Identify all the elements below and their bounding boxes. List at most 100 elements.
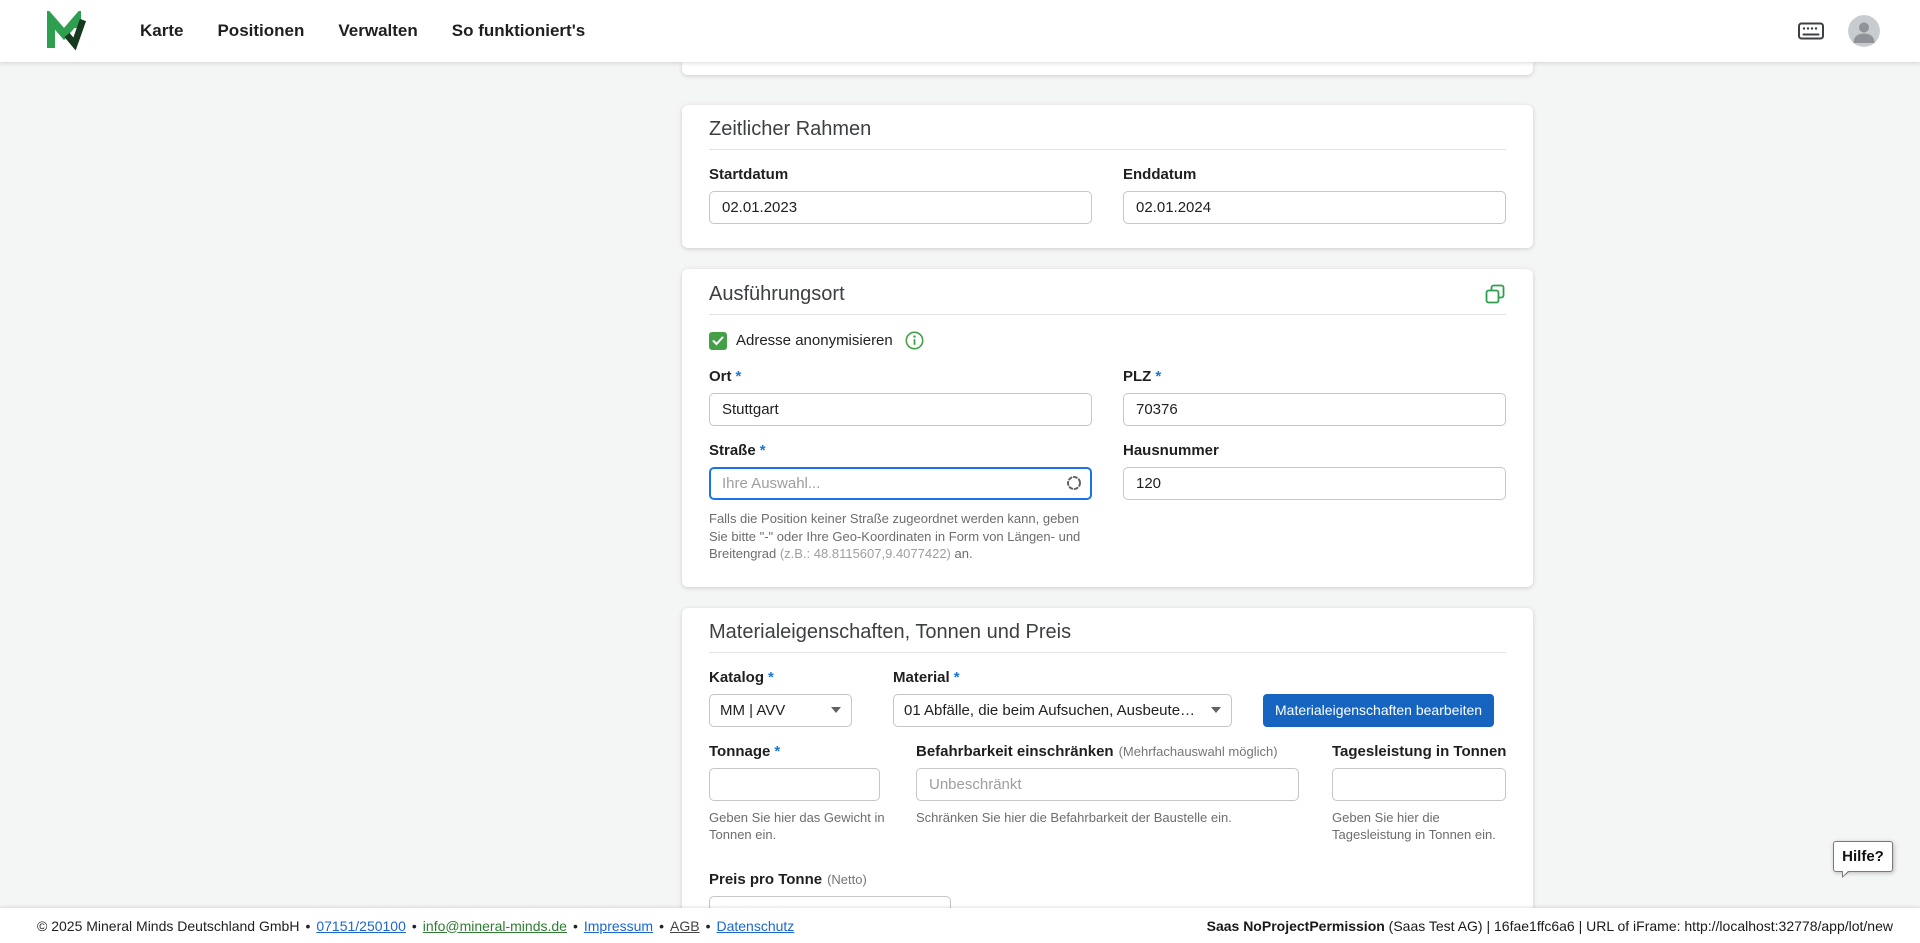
- strasse-field: Straße* Falls die Position keiner Straße…: [709, 442, 1092, 563]
- tonnage-field: Tonnage* Geben Sie hier das Gewicht in T…: [709, 743, 880, 843]
- footer-datenschutz-link[interactable]: Datenschutz: [716, 918, 794, 934]
- adresse-anonymisieren-label: Adresse anonymisieren: [736, 332, 893, 349]
- plz-label: PLZ*: [1123, 368, 1506, 386]
- nav-item-karte[interactable]: Karte: [140, 21, 183, 41]
- startdatum-field: Startdatum: [709, 166, 1092, 224]
- footer-copyright: © 2025 Mineral Minds Deutschland GmbH: [37, 918, 299, 934]
- card-title-ausfuehrungsort: Ausführungsort: [709, 284, 845, 305]
- plz-field: PLZ*: [1123, 368, 1506, 426]
- card-title-zeitlicher-rahmen: Zeitlicher Rahmen: [709, 119, 871, 140]
- strasse-label: Straße*: [709, 442, 1092, 460]
- footer-separator: •: [706, 918, 711, 934]
- loading-spinner-icon: [1066, 475, 1082, 491]
- keyboard-icon[interactable]: [1798, 21, 1824, 41]
- check-icon: [712, 336, 724, 346]
- chevron-down-icon: [1211, 707, 1221, 713]
- nav-item-so-funktionierts[interactable]: So funktioniert's: [452, 21, 585, 41]
- chevron-down-icon: [831, 707, 841, 713]
- hausnummer-label: Hausnummer: [1123, 442, 1506, 460]
- strasse-input[interactable]: [709, 467, 1092, 500]
- befahrbarkeit-label: Befahrbarkeit einschränken(Mehrfachauswa…: [916, 743, 1299, 761]
- nav-right-actions: [1798, 15, 1880, 47]
- previous-card-partial: [682, 62, 1533, 75]
- ort-label: Ort*: [709, 368, 1092, 386]
- tonnage-label: Tonnage*: [709, 743, 880, 761]
- strasse-hint-example: (z.B.: 48.8115607,9.4077422): [780, 546, 951, 561]
- nav-item-positionen[interactable]: Positionen: [217, 21, 304, 41]
- copy-icon[interactable]: [1484, 283, 1506, 305]
- top-navbar: Karte Positionen Verwalten So funktionie…: [0, 0, 1920, 62]
- tonnage-helper: Geben Sie hier das Gewicht in Tonnen ein…: [709, 809, 899, 843]
- materialeigenschaften-card: Materialeigenschaften, Tonnen und Preis …: [682, 608, 1533, 909]
- footer-separator: •: [412, 918, 417, 934]
- plz-input[interactable]: [1123, 393, 1506, 426]
- katalog-field: Katalog* MM | AVV: [709, 669, 852, 727]
- ort-input[interactable]: [709, 393, 1092, 426]
- required-marker: *: [774, 743, 780, 760]
- preis-field: Preis pro Tonne(Netto): [709, 871, 1506, 909]
- info-icon[interactable]: [905, 331, 924, 350]
- user-avatar[interactable]: [1848, 15, 1880, 47]
- footer-app-name: Saas NoProjectPermission: [1207, 918, 1385, 934]
- required-marker: *: [760, 442, 766, 459]
- tonnage-input[interactable]: [709, 768, 880, 801]
- footer-impressum-link[interactable]: Impressum: [584, 918, 653, 934]
- footer: © 2025 Mineral Minds Deutschland GmbH • …: [0, 908, 1920, 943]
- tagesleistung-helper: Geben Sie hier die Tagesleistung in Tonn…: [1332, 809, 1522, 843]
- tagesleistung-label: Tagesleistung in Tonnen: [1332, 743, 1506, 761]
- required-marker: *: [736, 368, 742, 385]
- required-marker: *: [768, 669, 774, 686]
- main-nav: Karte Positionen Verwalten So funktionie…: [140, 21, 585, 41]
- required-marker: *: [1155, 368, 1161, 385]
- footer-right: Saas NoProjectPermission (Saas Test AG) …: [1207, 918, 1893, 934]
- required-marker: *: [954, 669, 960, 686]
- adresse-anonymisieren-row: Adresse anonymisieren: [709, 331, 1506, 350]
- befahrbarkeit-input[interactable]: [916, 768, 1299, 801]
- katalog-label: Katalog*: [709, 669, 852, 687]
- footer-agb-link[interactable]: AGB: [670, 918, 700, 934]
- befahrbarkeit-field: Befahrbarkeit einschränken(Mehrfachauswa…: [916, 743, 1299, 826]
- startdatum-input[interactable]: [709, 191, 1092, 224]
- materialeigenschaften-bearbeiten-button[interactable]: Materialeigenschaften bearbeiten: [1263, 694, 1494, 727]
- footer-email-link[interactable]: info@mineral-minds.de: [423, 918, 567, 934]
- strasse-hint-suffix: an.: [951, 546, 973, 561]
- material-select[interactable]: 01 Abfälle, die beim Aufsuchen, Ausbeute…: [893, 694, 1232, 727]
- footer-app-info: (Saas Test AG) | 16fae1ffc6a6 | URL of i…: [1385, 918, 1893, 934]
- hausnummer-field: Hausnummer: [1123, 442, 1506, 500]
- nav-item-verwalten[interactable]: Verwalten: [338, 21, 417, 41]
- card-title-materialeigenschaften: Materialeigenschaften, Tonnen und Preis: [709, 622, 1071, 643]
- tagesleistung-field: Tagesleistung in Tonnen Geben Sie hier d…: [1332, 743, 1506, 843]
- footer-separator: •: [573, 918, 578, 934]
- strasse-hint: Falls die Position keiner Straße zugeord…: [709, 510, 1092, 563]
- katalog-select-value: MM | AVV: [720, 702, 823, 719]
- hilfe-button[interactable]: Hilfe?: [1833, 841, 1893, 872]
- preis-label: Preis pro Tonne(Netto): [709, 871, 1506, 889]
- adresse-anonymisieren-checkbox[interactable]: [709, 332, 727, 350]
- form-column: Zeitlicher Rahmen Startdatum Enddatum: [682, 62, 1533, 908]
- enddatum-field: Enddatum: [1123, 166, 1506, 224]
- material-select-value: 01 Abfälle, die beim Aufsuchen, Ausbeute…: [904, 702, 1203, 719]
- enddatum-input[interactable]: [1123, 191, 1506, 224]
- tagesleistung-input[interactable]: [1332, 768, 1506, 801]
- befahrbarkeit-label-note: (Mehrfachauswahl möglich): [1119, 744, 1278, 759]
- material-label: Material*: [893, 669, 1232, 687]
- hilfe-button-label: Hilfe?: [1842, 848, 1884, 865]
- hausnummer-input[interactable]: [1123, 467, 1506, 500]
- katalog-select[interactable]: MM | AVV: [709, 694, 852, 727]
- ort-field: Ort*: [709, 368, 1092, 426]
- footer-left: © 2025 Mineral Minds Deutschland GmbH • …: [37, 918, 794, 934]
- startdatum-label: Startdatum: [709, 166, 1092, 184]
- enddatum-label: Enddatum: [1123, 166, 1506, 184]
- mineral-minds-logo[interactable]: [46, 11, 86, 51]
- material-field: Material* 01 Abfälle, die beim Aufsuchen…: [893, 669, 1232, 727]
- footer-separator: •: [305, 918, 310, 934]
- befahrbarkeit-helper: Schränken Sie hier die Befahrbarkeit der…: [916, 809, 1299, 826]
- preis-label-note: (Netto): [827, 872, 867, 887]
- page-content: Zeitlicher Rahmen Startdatum Enddatum: [0, 62, 1920, 908]
- hilfe-bubble-tail: [1842, 871, 1850, 878]
- zeitlicher-rahmen-card: Zeitlicher Rahmen Startdatum Enddatum: [682, 105, 1533, 248]
- footer-phone-link[interactable]: 07151/250100: [316, 918, 406, 934]
- footer-separator: •: [659, 918, 664, 934]
- ausfuehrungsort-card: Ausführungsort Adresse anonymisieren: [682, 269, 1533, 587]
- preis-pro-tonne-input[interactable]: [709, 896, 951, 909]
